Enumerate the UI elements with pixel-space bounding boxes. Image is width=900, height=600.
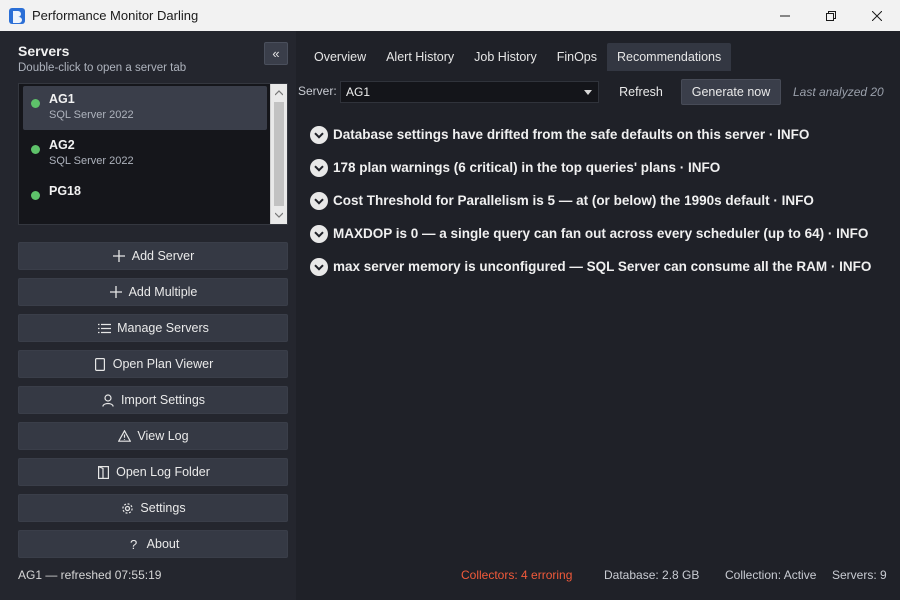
recommendation-text: Database settings have drifted from the …: [333, 127, 810, 142]
open-plan-viewer-label: Open Plan Viewer: [112, 357, 214, 371]
status-dot-icon: [31, 99, 40, 108]
scroll-thumb[interactable]: [274, 102, 284, 206]
recommendation-text: MAXDOP is 0 — a single query can fan out…: [333, 226, 869, 241]
status-dot-icon: [31, 191, 40, 200]
refresh-button[interactable]: Refresh: [609, 79, 673, 105]
server-count-status: Servers: 9: [832, 568, 887, 582]
tab-alert-history[interactable]: Alert History: [376, 43, 464, 71]
manage-servers-label: Manage Servers: [117, 321, 209, 335]
add-multiple-button[interactable]: Add Multiple: [18, 278, 288, 306]
view-log-label: View Log: [137, 429, 189, 443]
sidebar: Servers Double-click to open a server ta…: [0, 31, 296, 600]
recommendation-item[interactable]: 178 plan warnings (6 critical) in the to…: [310, 159, 895, 192]
plus-icon: [109, 285, 123, 299]
minimize-icon: [780, 15, 790, 16]
recommendations-list: Database settings have drifted from the …: [310, 126, 895, 291]
database-size-status: Database: 2.8 GB: [604, 568, 700, 582]
server-name: PG18: [49, 184, 81, 198]
user-icon: [101, 393, 115, 407]
warning-icon: [117, 429, 131, 443]
restore-button[interactable]: [808, 0, 854, 31]
tab-finops[interactable]: FinOps: [547, 43, 607, 71]
import-settings-button[interactable]: Import Settings: [18, 386, 288, 414]
server-name: AG2: [49, 138, 75, 152]
settings-label: Settings: [140, 501, 186, 515]
open-log-folder-button[interactable]: Open Log Folder: [18, 458, 288, 486]
server-version: SQL Server 2022: [49, 155, 134, 167]
chevron-down-icon[interactable]: [310, 159, 328, 177]
manage-servers-button[interactable]: Manage Servers: [18, 314, 288, 342]
plus-icon: [112, 249, 126, 263]
chevron-down-icon: [584, 90, 592, 95]
folder-icon: [96, 465, 110, 479]
open-plan-viewer-button[interactable]: Open Plan Viewer: [18, 350, 288, 378]
pmd-logo-icon: [9, 7, 25, 24]
add-multiple-label: Add Multiple: [128, 285, 198, 299]
add-server-button[interactable]: Add Server: [18, 242, 288, 270]
chevron-down-icon[interactable]: [310, 225, 328, 243]
generate-now-button[interactable]: Generate now: [681, 79, 781, 105]
status-dot-icon: [31, 145, 40, 154]
server-item-ag2[interactable]: AG2 SQL Server 2022: [23, 132, 267, 176]
close-button[interactable]: [854, 0, 900, 31]
settings-button[interactable]: Settings: [18, 494, 288, 522]
open-log-folder-label: Open Log Folder: [116, 465, 210, 479]
recommendation-item[interactable]: MAXDOP is 0 — a single query can fan out…: [310, 225, 895, 258]
main-panel: Overview Alert History Job History FinOp…: [296, 31, 900, 600]
chevron-down-icon[interactable]: [310, 192, 328, 210]
last-analyzed-text: Last analyzed 20: [793, 85, 884, 99]
collectors-status: Collectors: 4 erroring: [461, 568, 573, 582]
window-title: Performance Monitor Darling: [32, 8, 199, 23]
sidebar-subtitle: Double-click to open a server tab: [18, 62, 187, 74]
recommendation-text: max server memory is unconfigured — SQL …: [333, 259, 872, 274]
import-settings-label: Import Settings: [120, 393, 206, 407]
recommendation-item[interactable]: Cost Threshold for Parallelism is 5 — at…: [310, 192, 895, 225]
recommendations-toolbar: Server: AG1 Refresh Generate now Last an…: [296, 79, 900, 105]
recommendation-item[interactable]: max server memory is unconfigured — SQL …: [310, 258, 895, 291]
collapse-sidebar-button[interactable]: «: [264, 42, 288, 65]
server-item-ag1[interactable]: AG1 SQL Server 2022: [23, 86, 267, 130]
close-icon: [872, 10, 882, 21]
tab-strip: Overview Alert History Job History FinOp…: [304, 43, 732, 71]
restore-icon: [826, 10, 836, 21]
recommendation-text: 178 plan warnings (6 critical) in the to…: [333, 160, 721, 175]
chevron-up-icon: [275, 90, 283, 96]
add-server-label: Add Server: [131, 249, 195, 263]
scroll-down-button[interactable]: [271, 207, 287, 223]
chevron-down-icon: [275, 212, 283, 218]
list-icon: [97, 321, 111, 335]
sidebar-status: AG1 — refreshed 07:55:19: [18, 568, 162, 582]
server-list[interactable]: AG1 SQL Server 2022 AG2 SQL Server 2022 …: [18, 83, 288, 225]
server-name: AG1: [49, 92, 75, 106]
recommendation-text: Cost Threshold for Parallelism is 5 — at…: [333, 193, 814, 208]
scroll-up-button[interactable]: [271, 85, 287, 101]
title-bar: Performance Monitor Darling: [0, 0, 900, 31]
server-item-pg18[interactable]: PG18: [23, 178, 267, 222]
server-version: SQL Server 2022: [49, 109, 134, 121]
server-select[interactable]: AG1: [340, 81, 599, 103]
gear-icon: [120, 501, 134, 515]
about-button[interactable]: ? About: [18, 530, 288, 558]
about-label: About: [146, 537, 180, 551]
tab-recommendations[interactable]: Recommendations: [607, 43, 732, 71]
server-label: Server:: [298, 84, 337, 98]
tab-overview[interactable]: Overview: [304, 43, 376, 71]
minimize-button[interactable]: [762, 0, 808, 31]
server-list-scrollbar[interactable]: [270, 84, 287, 224]
document-icon: [93, 357, 107, 371]
recommendation-item[interactable]: Database settings have drifted from the …: [310, 126, 895, 159]
question-icon: ?: [130, 536, 138, 552]
view-log-button[interactable]: View Log: [18, 422, 288, 450]
chevron-down-icon[interactable]: [310, 258, 328, 276]
chevron-down-icon[interactable]: [310, 126, 328, 144]
tab-job-history[interactable]: Job History: [464, 43, 547, 71]
sidebar-title: Servers: [18, 43, 70, 59]
server-select-value: AG1: [346, 85, 371, 99]
collection-status: Collection: Active: [725, 568, 817, 582]
